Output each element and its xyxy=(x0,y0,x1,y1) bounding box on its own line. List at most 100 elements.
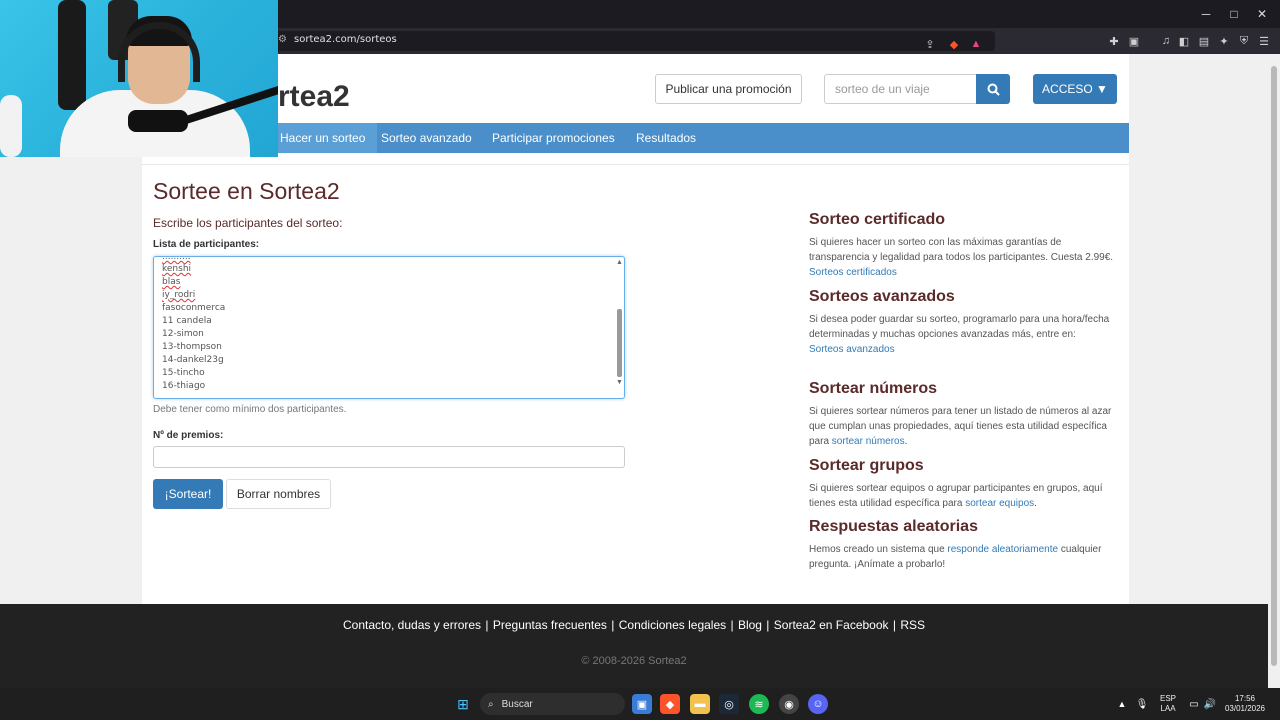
brave-browser-icon[interactable]: ◆ xyxy=(660,694,680,714)
link-sorteos-certificados[interactable]: Sorteos certificados xyxy=(809,267,897,278)
search-icon xyxy=(987,83,1000,96)
participant-line: 16-thiago xyxy=(162,381,206,391)
nav-item-hacer-sorteo[interactable]: Hacer un sorteo xyxy=(268,123,378,153)
prizes-label: Nº de premios: xyxy=(153,430,224,441)
file-explorer-icon[interactable]: ▬ xyxy=(690,694,710,714)
textarea-scrollbar[interactable]: ▲ ▼ xyxy=(615,259,624,396)
taskbar-clock[interactable]: 17:56 03/01/2026 xyxy=(1222,694,1268,714)
nav-item-sorteo-avanzado[interactable]: Sorteo avanzado xyxy=(369,123,484,153)
page-scrollbar[interactable] xyxy=(1268,54,1280,688)
keyboard-language[interactable]: ESP LAA xyxy=(1156,694,1180,714)
footer-link-preguntas[interactable]: Preguntas frecuentes xyxy=(493,618,607,632)
search-button[interactable] xyxy=(976,74,1010,104)
brave-rewards-icon[interactable]: ▲ xyxy=(968,35,984,53)
close-icon[interactable]: ✕ xyxy=(1245,0,1279,28)
page-container: rtea2 Publicar una promoción sorteo de u… xyxy=(142,54,1129,604)
footer-link-contacto[interactable]: Contacto, dudas y errores xyxy=(343,618,481,632)
clock-date: 03/01/2026 xyxy=(1224,704,1266,713)
obs-icon[interactable]: ◉ xyxy=(779,694,799,714)
sidebar-icon[interactable]: ◧ xyxy=(1176,32,1192,50)
layout-code: LAA xyxy=(1160,704,1176,713)
sidebar-text-avanzados: Si desea poder guardar su sorteo, progra… xyxy=(809,312,1121,357)
discord-icon[interactable]: ☺ xyxy=(808,694,828,714)
participant-line: 11 candela xyxy=(162,316,212,326)
page-title: Sortee en Sortea2 xyxy=(153,178,340,204)
media-icon[interactable]: ♫ xyxy=(1158,32,1174,50)
participants-help-text: Debe tener como mínimo dos participantes… xyxy=(153,404,347,415)
sidebar-text-certificado: Si quieres hacer un sorteo con las máxim… xyxy=(809,235,1121,280)
link-sorteos-avanzados[interactable]: Sorteos avanzados xyxy=(809,344,895,355)
photos-icon[interactable]: ▣ xyxy=(632,694,652,714)
participant-line: iy_rodri xyxy=(162,290,196,300)
link-sortear-equipos[interactable]: sortear equipos xyxy=(965,498,1034,509)
sidebar-text-grupos: Si quieres sortear equipos o agrupar par… xyxy=(809,481,1121,511)
access-button[interactable]: ACCESO ▼ xyxy=(1033,74,1117,104)
participants-label: Lista de participantes: xyxy=(153,239,260,250)
footer-link-rss[interactable]: RSS xyxy=(900,618,925,632)
microphone-icon[interactable]: 🎙 xyxy=(1132,694,1152,714)
scroll-up-icon[interactable]: ▲ xyxy=(615,259,624,266)
divider xyxy=(142,164,1129,165)
sidebar-heading-avanzados: Sorteos avanzados xyxy=(809,288,955,305)
sidebar-text: Si quieres sortear equipos o agrupar par… xyxy=(809,483,1103,509)
wallet-icon[interactable]: ▤ xyxy=(1196,32,1212,50)
clock-time: 17:56 xyxy=(1234,694,1256,703)
sidebar-heading-respuestas: Respuestas aleatorias xyxy=(809,518,978,535)
prizes-input[interactable] xyxy=(153,446,625,468)
webcam-overlay xyxy=(0,0,278,157)
sidebar-heading-certificado: Sorteo certificado xyxy=(809,211,946,228)
site-info-icon[interactable]: ⚙ xyxy=(278,34,287,45)
page-footer: Contacto, dudas y errores | Preguntas fr… xyxy=(0,604,1268,688)
share-icon[interactable]: ⇪ xyxy=(922,35,938,53)
participant-line-partial: .......... xyxy=(162,256,191,262)
windows-start-icon[interactable]: ⊞ xyxy=(453,694,473,714)
clear-names-button[interactable]: Borrar nombres xyxy=(226,479,331,509)
webcam-figure xyxy=(0,95,22,157)
menu-icon[interactable]: ☰ xyxy=(1256,32,1272,50)
link-sortear-numeros[interactable]: sortear números xyxy=(832,436,905,447)
language-code: ESP xyxy=(1159,694,1176,703)
taskbar-search[interactable]: ⌕ Buscar xyxy=(480,693,625,715)
participant-line: 15-tincho xyxy=(162,368,205,378)
footer-link-condiciones[interactable]: Condiciones legales xyxy=(619,618,726,632)
participant-line: kenshi xyxy=(162,264,192,274)
footer-link-blog[interactable]: Blog xyxy=(738,618,762,632)
windows-taskbar: ⊞ ⌕ Buscar ▣ ◆ ▬ ◎ ≋ ◉ ☺ ▲ 🎙 ESP LAA ▭ 🔊… xyxy=(0,688,1280,720)
publish-promotion-button[interactable]: Publicar una promoción xyxy=(655,74,802,104)
url-text: sortea2.com/sorteos xyxy=(294,34,397,45)
sidebar-text-tail: . xyxy=(904,436,908,447)
brave-shields-icon[interactable]: ◆ xyxy=(946,35,962,53)
site-logo[interactable]: rtea2 xyxy=(278,80,350,114)
steam-icon[interactable]: ◎ xyxy=(719,694,739,714)
nav-item-resultados[interactable]: Resultados xyxy=(624,123,708,153)
sidebar-heading-numeros: Sortear números xyxy=(809,380,938,397)
tab-search-icon[interactable]: ▣ xyxy=(1126,32,1142,50)
participant-line: 14-dankel23g xyxy=(162,355,224,365)
draw-button[interactable]: ¡Sortear! xyxy=(153,479,223,509)
participant-line: 12-simon xyxy=(162,329,204,339)
page-scrollbar-thumb[interactable] xyxy=(1271,66,1277,666)
sidebar-text: Hemos creado un sistema que xyxy=(809,544,945,555)
participants-textarea[interactable]: .......... kenshi blas iy_rodri fasoconm… xyxy=(153,256,625,399)
sidebar-text-respuestas: Hemos creado un sistema que responde ale… xyxy=(809,542,1121,572)
leo-ai-icon[interactable]: ✦ xyxy=(1216,32,1232,50)
participant-line: blas xyxy=(162,277,181,287)
participant-line: fasoconmerca xyxy=(162,303,226,313)
footer-link-facebook[interactable]: Sortea2 en Facebook xyxy=(774,618,889,632)
search-input[interactable]: sorteo de un viaje xyxy=(824,74,977,104)
volume-icon[interactable]: 🔊 xyxy=(1200,694,1220,714)
textarea-scrollbar-thumb[interactable] xyxy=(617,309,622,377)
link-responde-aleatoriamente[interactable]: responde aleatoriamente xyxy=(947,544,1058,555)
address-bar[interactable]: ⚙ sortea2.com/sorteos ⇪ ◆ ▲ xyxy=(270,31,995,51)
form-subtitle: Escribe los participantes del sorteo: xyxy=(153,216,343,230)
scroll-down-icon[interactable]: ▼ xyxy=(615,379,624,386)
spotify-icon[interactable]: ≋ xyxy=(749,694,769,714)
search-icon: ⌕ xyxy=(488,698,494,710)
sidebar-text: Si desea poder guardar su sorteo, progra… xyxy=(809,314,1110,340)
extensions-icon[interactable]: ✚ xyxy=(1106,32,1122,50)
vpn-icon[interactable]: ⛨ xyxy=(1236,32,1252,50)
nav-item-participar-promociones[interactable]: Participar promociones xyxy=(480,123,627,153)
sidebar-text-tail: . xyxy=(1034,498,1037,509)
main-navbar: Hacer un sorteo Sorteo avanzado Particip… xyxy=(142,123,1129,153)
chevron-up-icon[interactable]: ▲ xyxy=(1112,694,1132,714)
